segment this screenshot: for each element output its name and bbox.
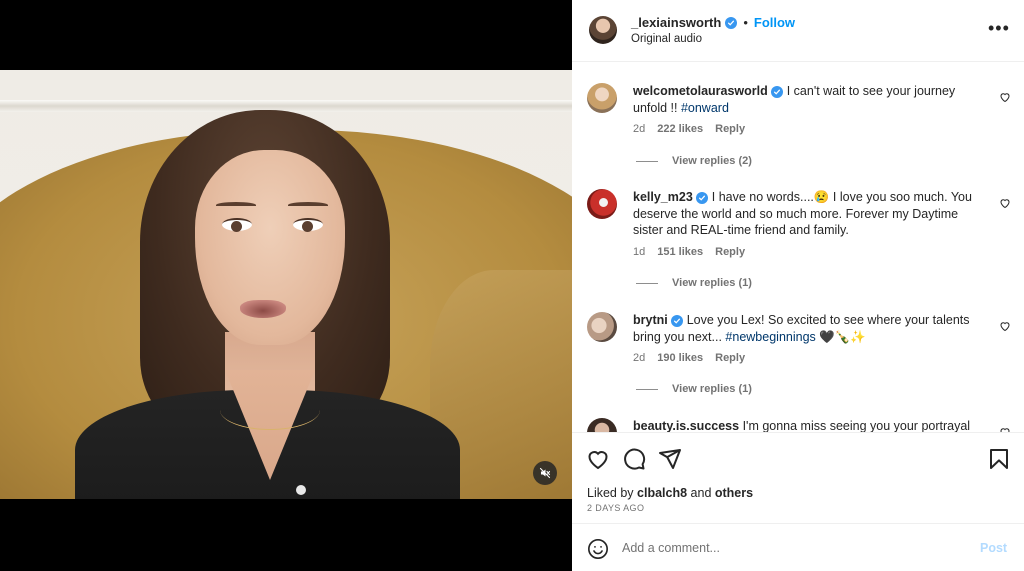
post-header: _lexiainsworth • Follow Original audio •… [572, 0, 1024, 62]
author-username[interactable]: _lexiainsworth [631, 15, 721, 30]
comment-likes[interactable]: 151 likes [657, 246, 703, 258]
hashtag-link[interactable]: #newbeginnings [725, 330, 815, 344]
audio-label[interactable]: Original audio [631, 33, 702, 45]
hashtag-link[interactable]: #onward [681, 101, 729, 115]
post-media [0, 0, 572, 571]
comment-age: 2d [633, 352, 646, 364]
video-person-shirt-button [296, 485, 306, 495]
video-person-eye [293, 218, 323, 232]
bookmark-icon[interactable] [987, 447, 1011, 471]
comment-body: I'm gonna miss seeing you your portrayal [742, 419, 971, 432]
commenter-username[interactable]: kelly_m23 [633, 190, 693, 204]
mute-toggle-button[interactable] [533, 461, 557, 485]
emoji-icon[interactable] [587, 538, 609, 560]
heart-icon[interactable] [586, 447, 610, 471]
muted-audio-icon [539, 467, 551, 479]
heart-icon[interactable] [999, 91, 1011, 103]
comment-meta: 2d 222 likes Reply [633, 123, 745, 135]
comment-text: beauty.is.success I'm gonna miss seeing … [633, 418, 989, 432]
view-replies-line [636, 388, 658, 390]
video-person-brow [216, 202, 256, 208]
view-replies-button[interactable]: View replies (1) [636, 383, 752, 395]
commenter-avatar[interactable] [587, 312, 617, 342]
video-person-brow [288, 202, 328, 208]
share-icon[interactable] [658, 447, 682, 471]
commenter-avatar[interactable] [587, 189, 617, 219]
post-comment-button[interactable]: Post [980, 541, 1007, 555]
video-person-eye [222, 218, 252, 232]
comment-likes[interactable]: 190 likes [657, 352, 703, 364]
comment-emoji: 🖤🍾✨ [815, 329, 866, 344]
comments-list[interactable]: welcometolaurasworld I can't wait to see… [572, 63, 1024, 432]
view-replies-label: View replies (1) [672, 277, 752, 289]
likes-middle: and [687, 486, 715, 500]
follow-button[interactable]: Follow [754, 15, 795, 30]
comment-input[interactable] [622, 536, 962, 560]
verified-badge-icon [671, 315, 684, 327]
comment-text: kelly_m23 I have no words....😢 I love yo… [633, 189, 989, 239]
commenter-username[interactable]: welcometolaurasworld [633, 84, 768, 98]
comment-age: 1d [633, 246, 646, 258]
separator-dot: • [743, 15, 748, 30]
liked-by-others-link[interactable]: others [715, 486, 753, 500]
heart-icon[interactable] [999, 320, 1011, 332]
verified-badge-icon [696, 192, 709, 204]
comment-text: welcometolaurasworld I can't wait to see… [633, 83, 989, 116]
view-replies-button[interactable]: View replies (2) [636, 155, 752, 167]
likes-summary: Liked by clbalch8 and others [587, 486, 753, 500]
video-player[interactable] [0, 70, 572, 499]
comment-likes[interactable]: 222 likes [657, 123, 703, 135]
comment-meta: 2d 190 likes Reply [633, 352, 745, 364]
post-date[interactable]: 2 DAYS AGO [587, 503, 644, 513]
commenter-avatar[interactable] [587, 83, 617, 113]
author-line: _lexiainsworth • Follow [631, 15, 795, 30]
more-options-icon[interactable]: ••• [988, 18, 1010, 38]
reply-button[interactable]: Reply [715, 123, 745, 135]
reply-button[interactable]: Reply [715, 352, 745, 364]
commenter-avatar[interactable] [587, 418, 617, 432]
reply-button[interactable]: Reply [715, 246, 745, 258]
video-person-mouth [240, 300, 286, 318]
post-actions-bar: Liked by clbalch8 and others 2 DAYS AGO [572, 432, 1024, 522]
heart-icon[interactable] [999, 197, 1011, 209]
likes-prefix: Liked by [587, 486, 638, 500]
post-details-panel: _lexiainsworth • Follow Original audio •… [572, 0, 1024, 571]
comment-age: 2d [633, 123, 646, 135]
view-replies-label: View replies (2) [672, 155, 752, 167]
view-replies-line [636, 282, 658, 284]
commenter-username[interactable]: beauty.is.success [633, 419, 739, 432]
comment-meta: 1d 151 likes Reply [633, 246, 745, 258]
liked-by-user-link[interactable]: clbalch8 [637, 486, 687, 500]
view-replies-button[interactable]: View replies (1) [636, 277, 752, 289]
comment-composer: Post [572, 523, 1024, 571]
commenter-username[interactable]: brytni [633, 313, 668, 327]
comment-text: brytni Love you Lex! So excited to see w… [633, 312, 989, 345]
verified-badge-icon [725, 16, 738, 29]
comment-icon[interactable] [622, 447, 646, 471]
view-replies-label: View replies (1) [672, 383, 752, 395]
view-replies-line [636, 160, 658, 162]
video-person-necklace [220, 390, 320, 430]
author-avatar[interactable] [589, 16, 617, 44]
verified-badge-icon [771, 86, 784, 98]
